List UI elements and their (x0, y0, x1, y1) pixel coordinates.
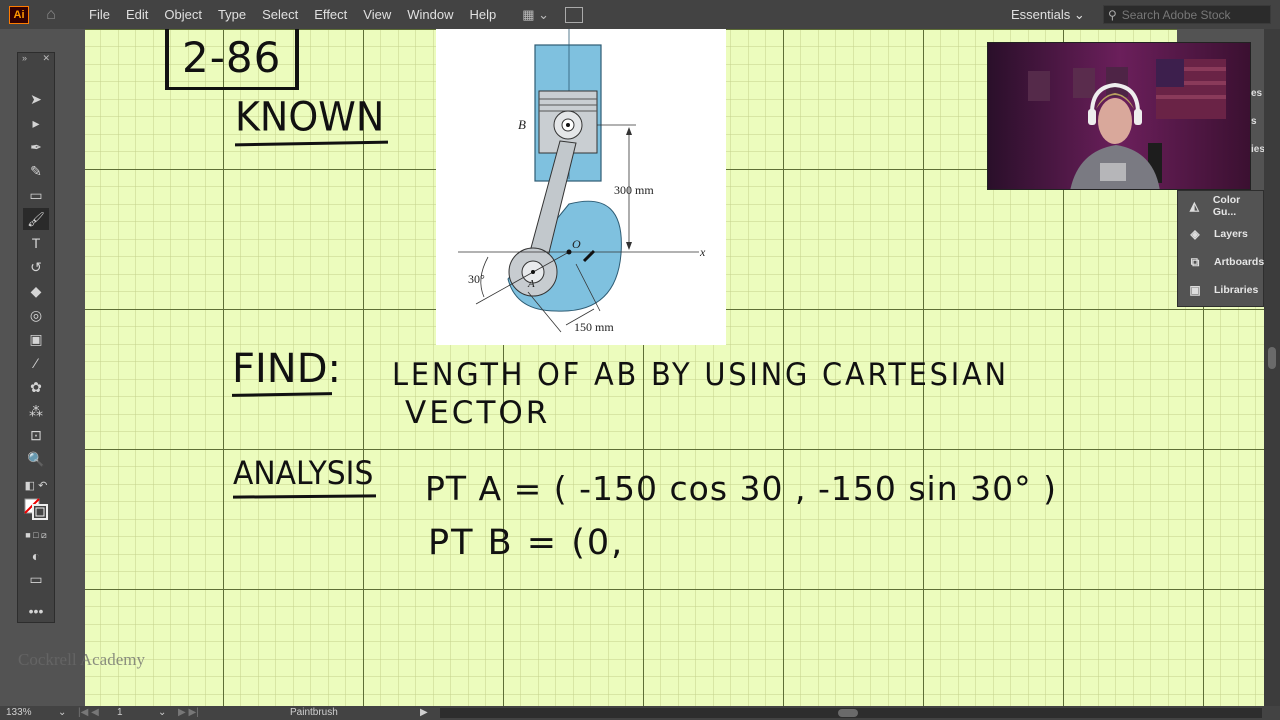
zoom-level[interactable]: 133% (6, 707, 32, 718)
edit-toolbar-icon[interactable]: ••• (23, 600, 49, 622)
rotate-tool-icon[interactable]: ↺ (23, 256, 49, 278)
symbol-sprayer-tool-icon[interactable]: ⁂ (23, 400, 49, 422)
zoom-dropdown-icon[interactable]: ⌄ (58, 707, 66, 718)
dimension-300: 300 mm (614, 183, 654, 197)
search-placeholder: Search Adobe Stock (1121, 7, 1231, 22)
screen-mode-icon[interactable]: ▭ (23, 568, 49, 590)
swap-colors-icon[interactable]: ◧ ↶ (23, 474, 49, 496)
label-o: O (572, 237, 581, 251)
artboard-number[interactable]: 1 (117, 707, 123, 718)
selection-tool-icon[interactable]: ➤ (23, 88, 49, 110)
workspace-label: Essentials (1011, 7, 1071, 22)
search-icon: ⚲ (1108, 7, 1117, 22)
direct-selection-tool-icon[interactable]: ▸ (23, 112, 49, 134)
paintbrush-tool-icon[interactable]: 🖌 (23, 208, 49, 230)
arrange-documents-button[interactable]: ▦ ⌄ (522, 7, 549, 23)
webcam-overlay (987, 42, 1251, 190)
analysis-underline (232, 494, 377, 499)
angle-label: 30° (468, 272, 485, 286)
color-mode-icons[interactable]: ■ □ ⧄ (23, 524, 49, 546)
menu-edit[interactable]: Edit (118, 7, 156, 22)
panel-color-guide[interactable]: ◭ Color Gu... (1186, 194, 1263, 218)
gradient-tool-icon[interactable]: ▣ (23, 328, 49, 350)
tools-panel-header[interactable]: » ✕ (18, 53, 54, 67)
tools-panel: » ✕ ➤ ▸ ✒ ✎ ▭ 🖌 T ↺ ◆ ◎ ▣ ⁄ ✿ ⁂ ⊡ 🔍 ◧ ↶ ■… (17, 52, 55, 623)
partial-label-3: ies (1251, 144, 1265, 155)
partial-label-2: s (1251, 116, 1257, 127)
current-tool-label: Paintbrush (290, 707, 338, 718)
panel-artboards[interactable]: ⧉ Artboards (1186, 252, 1264, 272)
dimension-150: 150 mm (574, 320, 614, 334)
webcam-image (988, 43, 1250, 189)
engine-diagram-figure: B O x A 300 mm 30° 150 mm (436, 29, 726, 345)
menu-file[interactable]: File (81, 7, 118, 22)
menu-effect[interactable]: Effect (306, 7, 355, 22)
panel-libraries[interactable]: ▣ Libraries (1186, 280, 1258, 300)
home-icon[interactable]: ⌂ (41, 6, 61, 24)
stock-search-input[interactable]: ⚲ Search Adobe Stock (1103, 5, 1271, 24)
analysis-heading: ANALYSIS (233, 454, 374, 492)
blend-tool-icon[interactable]: ✿ (23, 376, 49, 398)
vertical-scroll-thumb[interactable] (1268, 347, 1276, 369)
artboard-dropdown-icon[interactable]: ⌄ (158, 707, 166, 718)
find-heading: FIND: (232, 346, 342, 392)
problem-number: 2-86 (182, 33, 282, 82)
known-heading: KNOWN (235, 93, 385, 141)
panel-color-guide-label: Color Gu... (1212, 194, 1241, 218)
horizontal-scroll-thumb[interactable] (838, 709, 858, 717)
known-underline (234, 140, 389, 147)
layers-icon: ◈ (1190, 227, 1200, 241)
fill-stroke-icon[interactable] (23, 498, 49, 520)
point-b-equation: PT B = (0, (428, 523, 625, 563)
eraser-tool-icon[interactable]: ◆ (23, 280, 49, 302)
find-text-line-2: VECTOR (405, 395, 551, 431)
drawing-mode-icon[interactable]: ◐ (23, 545, 49, 567)
rectangle-tool-icon[interactable]: ▭ (23, 184, 49, 206)
menu-view[interactable]: View (355, 7, 399, 22)
menu-help[interactable]: Help (461, 7, 504, 22)
pen-tool-icon[interactable]: ✒ (23, 136, 49, 158)
menu-type[interactable]: Type (210, 7, 254, 22)
menu-window[interactable]: Window (399, 7, 461, 22)
status-bar: 133% ⌄ |◀ ◀ 1 ⌄ ▶ ▶| Paintbrush ▶ (0, 706, 1280, 720)
engine-diagram-svg: B O x A 300 mm 30° 150 mm (458, 29, 706, 334)
app-logo: Ai (9, 5, 29, 24)
artboard-nav-first-icon[interactable]: |◀ ◀ (78, 707, 99, 718)
panel-layers-label: Layers (1214, 228, 1248, 240)
panel-libraries-label: Libraries (1214, 284, 1259, 296)
partial-label-1: es (1251, 88, 1263, 99)
artboards-icon: ⧉ (1190, 254, 1200, 269)
collapse-icon[interactable]: » (22, 53, 27, 67)
close-icon[interactable]: ✕ (42, 53, 50, 67)
label-x: x (699, 245, 706, 259)
artboard-nav-last-icon[interactable]: ▶ ▶| (178, 707, 199, 718)
watermark-text: Cockrell Academy (18, 650, 145, 669)
find-text-line-1: LENGTH OF AB BY USING CARTESIAN (392, 357, 1009, 393)
menu-bar: Ai ⌂ File Edit Object Type Select Effect… (0, 0, 1280, 29)
label-b: B (518, 117, 526, 132)
gpu-performance-icon[interactable] (565, 6, 584, 23)
artboard-tool-icon[interactable]: ⊡ (23, 424, 49, 446)
menu-object[interactable]: Object (156, 7, 210, 22)
type-tool-icon[interactable]: T (23, 232, 49, 254)
status-menu-arrow-icon[interactable]: ▶ (420, 707, 428, 718)
find-underline (231, 392, 333, 397)
menu-select[interactable]: Select (254, 7, 306, 22)
libraries-icon: ▣ (1189, 283, 1201, 297)
panel-layers[interactable]: ◈ Layers (1186, 224, 1248, 244)
main-menu: File Edit Object Type Select Effect View… (81, 7, 504, 22)
collapsed-panels: ◭ Color Gu... ◈ Layers ⧉ Artboards ▣ Librari… (1177, 190, 1264, 307)
color-guide-icon: ◭ (1189, 199, 1200, 213)
eyedropper-tool-icon[interactable]: ⁄ (23, 352, 49, 374)
zoom-tool-icon[interactable]: 🔍 (23, 448, 49, 470)
panel-artboards-label: Artboards (1214, 256, 1265, 268)
label-a: A (527, 278, 535, 290)
shape-builder-tool-icon[interactable]: ◎ (23, 304, 49, 326)
curvature-tool-icon[interactable]: ✎ (23, 160, 49, 182)
point-a-equation: PT A = ( -150 cos 30 , -150 sin 30° ) (425, 469, 1057, 508)
vertical-scrollbar[interactable] (1264, 29, 1280, 706)
workspace-switcher[interactable]: Essentials ⌄ (1011, 7, 1085, 23)
